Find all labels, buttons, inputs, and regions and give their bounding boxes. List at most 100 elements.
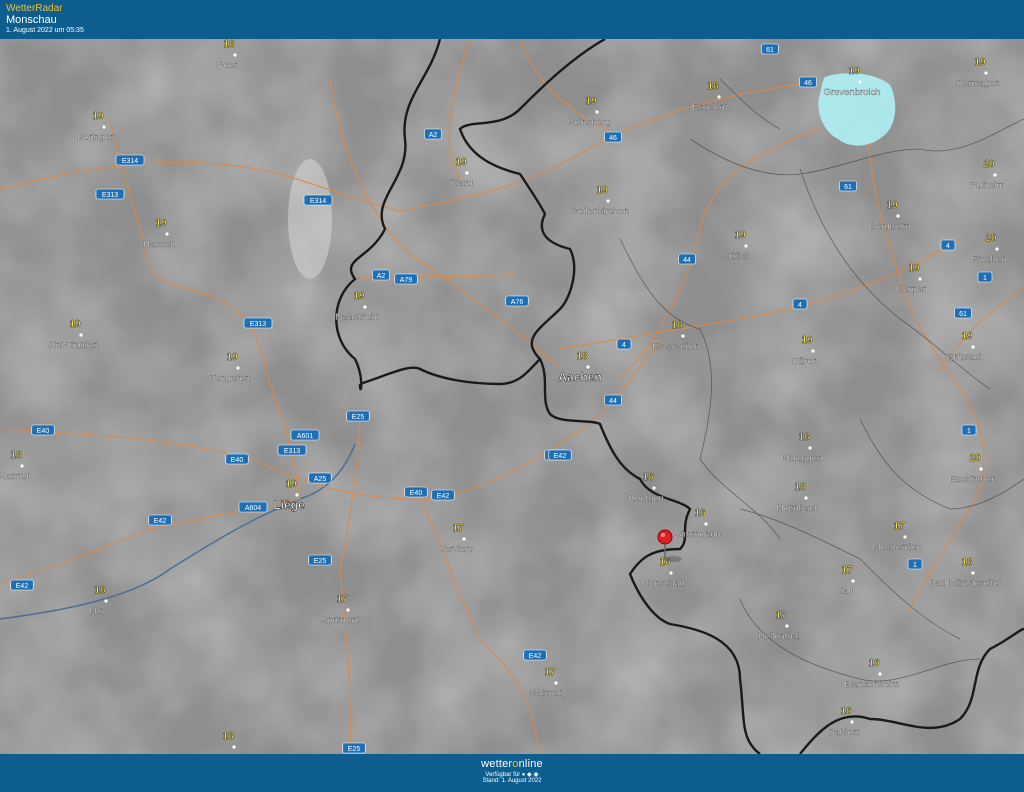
road-shield: A601 <box>290 429 320 441</box>
city-name: Sprimont <box>321 615 359 626</box>
radar-map[interactable]: 61 46 46 A2 E314 E313 E314 61 4 44 A2 A79 A76 4 4 1 61 E3… <box>0 39 1024 754</box>
city-name: Dahlem <box>828 727 861 738</box>
road-shield: 4 <box>616 338 632 350</box>
road-shield: E42 <box>10 579 34 591</box>
city-dot <box>804 496 808 500</box>
road-shield: E314 <box>115 154 145 166</box>
city-temperature: 19 <box>961 331 973 342</box>
city-temperature: 19 <box>455 157 467 168</box>
city-dot <box>233 53 237 57</box>
city-dot <box>606 199 610 203</box>
city-name: Sittard <box>445 178 472 189</box>
svg-text:E313: E313 <box>102 192 118 199</box>
road-shield: E40 <box>225 453 249 465</box>
map-canvas[interactable]: 614646A2E314E313E31461444A2A79A7644161E3… <box>0 39 1024 754</box>
app-footer: wetteronline Verfügbar für ● ◆ ◉ Stand: … <box>0 754 1024 792</box>
city-name: Düren <box>792 356 818 367</box>
app-title: WetterRadar <box>6 3 63 14</box>
city-temperature: 19 <box>585 96 597 107</box>
city-name: Liège <box>273 498 305 512</box>
city-temperature: 16 <box>840 706 852 717</box>
svg-text:E42: E42 <box>16 583 29 590</box>
svg-text:E314: E314 <box>122 158 138 165</box>
svg-text:E313: E313 <box>284 448 300 455</box>
city-name: Malmedy <box>529 688 568 699</box>
city-dot <box>811 349 815 353</box>
city-name: Erkelenz <box>693 102 730 113</box>
city-temperature: 17 <box>841 565 853 576</box>
city-dot <box>465 171 469 175</box>
svg-text:E25: E25 <box>314 558 327 565</box>
svg-text:E40: E40 <box>410 490 423 497</box>
svg-text:E42: E42 <box>437 493 450 500</box>
city-temperature: 20 <box>969 453 981 464</box>
city-temperature: 19 <box>734 230 746 241</box>
city-temperature: 19 <box>69 319 81 330</box>
city-temperature: 17 <box>775 610 787 621</box>
road-shield: 4 <box>940 239 956 251</box>
city-temperature: 19 <box>886 200 898 211</box>
city-dot <box>717 95 721 99</box>
cloud-bright <box>288 159 332 279</box>
road-shield: A79 <box>394 273 418 285</box>
city-name: Maastricht <box>335 312 379 323</box>
city-name: Aachen <box>558 370 601 384</box>
road-shield: 61 <box>761 43 779 55</box>
road-shield: E42 <box>523 649 547 661</box>
city-temperature: 18 <box>707 81 719 92</box>
svg-text:A2: A2 <box>429 132 438 139</box>
brand-logo[interactable]: wetteronline <box>0 758 1024 770</box>
city-dot <box>79 333 83 337</box>
city-name: Verviers <box>439 544 474 555</box>
svg-text:4: 4 <box>798 302 802 309</box>
city-dot <box>363 305 367 309</box>
road-shield: 1 <box>961 424 977 436</box>
city-name: Jülich <box>726 251 750 262</box>
road-shield: E313 <box>95 188 125 200</box>
city-dot <box>20 464 24 468</box>
city-name: Hasselt <box>143 239 175 250</box>
city-temperature: 17 <box>893 521 905 532</box>
city-temperature: 17 <box>544 667 556 678</box>
city-temperature: 19 <box>285 479 297 490</box>
city-temperature: 20 <box>983 159 995 170</box>
city-dot <box>971 571 975 575</box>
road-shield: E40 <box>404 486 428 498</box>
city-dot <box>652 486 656 490</box>
city-name: Mechernich <box>872 542 921 553</box>
city-name: Bergheim <box>870 221 911 232</box>
road-shield: 1 <box>907 558 923 570</box>
city-temperature: 17 <box>336 594 348 605</box>
road-shield: A76 <box>505 295 529 307</box>
city-name: Geilenkirchen <box>571 206 629 217</box>
svg-text:46: 46 <box>804 80 812 87</box>
svg-text:A601: A601 <box>297 433 313 440</box>
road-shield: E25 <box>346 410 370 422</box>
brand-part-2: nline <box>518 758 543 770</box>
city-temperature: 18 <box>222 731 234 742</box>
city-dot <box>808 446 812 450</box>
city-dot <box>903 535 907 539</box>
city-temperature: 18 <box>794 482 806 493</box>
svg-text:4: 4 <box>946 243 950 250</box>
road-shield: E25 <box>342 742 366 754</box>
svg-text:E40: E40 <box>37 428 50 435</box>
svg-text:E42: E42 <box>554 453 567 460</box>
city-dot <box>232 745 236 749</box>
road-shield: 44 <box>604 394 622 406</box>
radar-timestamp: 1. August 2022 um 05:35 <box>6 27 84 34</box>
svg-text:61: 61 <box>844 184 852 191</box>
city-name: Euskirchen <box>950 474 997 485</box>
city-name: Kall <box>837 586 853 597</box>
city-temperature: 19 <box>226 352 238 363</box>
svg-text:1: 1 <box>913 562 917 569</box>
city-dot <box>878 672 882 676</box>
city-name: Frechen <box>972 254 1007 265</box>
city-temperature: 18 <box>94 585 106 596</box>
city-temperature: 16 <box>694 508 706 519</box>
road-shield: 44 <box>678 253 696 265</box>
city-dot <box>744 244 748 248</box>
city-temperature: 18 <box>798 432 810 443</box>
city-name: Beringen <box>77 132 115 143</box>
road-shield: A2 <box>372 269 390 281</box>
